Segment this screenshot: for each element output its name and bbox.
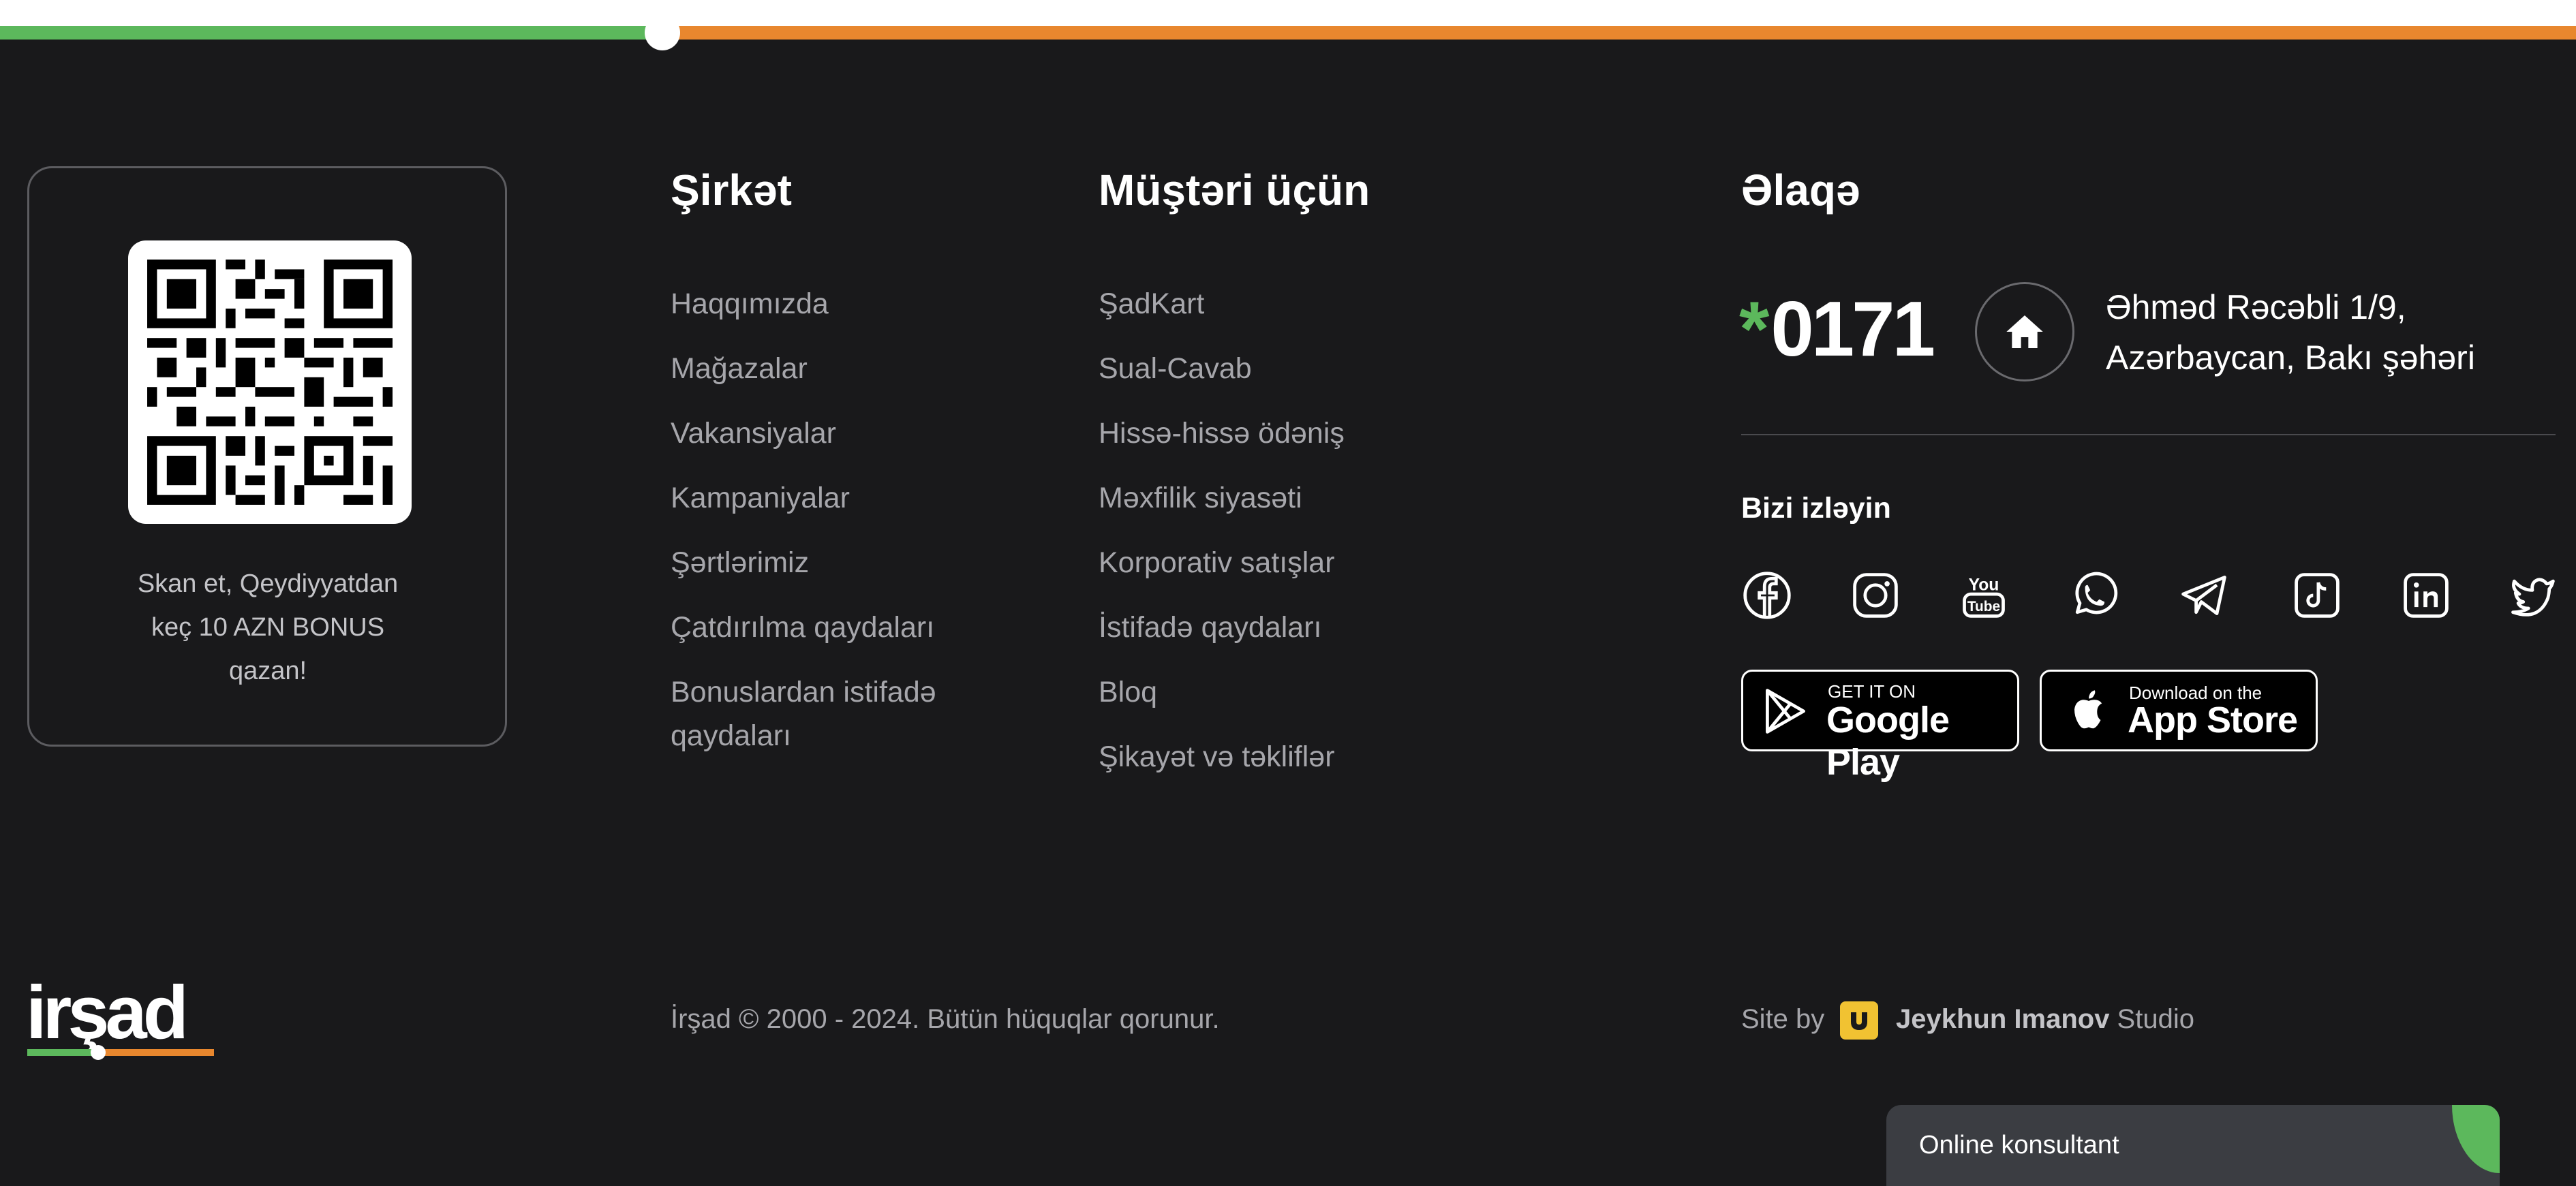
phone-number[interactable]: *0171 [1739, 285, 1935, 374]
link-blog[interactable]: Bloq [1099, 670, 1157, 714]
progress-handle[interactable] [645, 15, 680, 50]
link-bonus-rules[interactable]: Bonuslardan istifadə [671, 670, 936, 714]
facebook-icon[interactable] [1741, 569, 1793, 621]
logo-text: irşad [26, 978, 185, 1055]
link-faq[interactable]: Sual-Cavab [1099, 347, 1252, 390]
online-consultant-label: Online konsultant [1919, 1131, 2119, 1159]
progress-bar-orange [662, 26, 2576, 40]
phone-digits: 0171 [1770, 286, 1935, 373]
link-campaigns[interactable]: Kampaniyalar [671, 476, 850, 520]
progress-bar-green [0, 26, 662, 40]
link-vacancies[interactable]: Vakansiyalar [671, 411, 836, 455]
link-terms[interactable]: Şərtlərimiz [671, 541, 809, 584]
link-delivery-rules[interactable]: Çatdırılma qaydaları [671, 606, 934, 649]
link-corporate-sales[interactable]: Korporativ satışlar [1099, 541, 1335, 584]
leaf-icon [2452, 1105, 2500, 1173]
link-usage-rules[interactable]: İstifadə qaydaları [1099, 606, 1321, 649]
home-icon [1975, 282, 2074, 381]
app-store-button[interactable]: Download on the App Store [2040, 670, 2318, 751]
star-icon: * [1739, 286, 1769, 373]
link-about[interactable]: Haqqımızda [671, 282, 829, 326]
address: Əhməd Rəcəbli 1/9, Azərbaycan, Bakı şəhə… [2106, 282, 2475, 383]
link-stores[interactable]: Mağazalar [671, 347, 808, 390]
svg-text:Tube: Tube [1967, 599, 2000, 614]
apple-icon [2074, 690, 2102, 729]
link-installments[interactable]: Hissə-hissə ödəniş [1099, 411, 1345, 455]
contact-title: Əlaqə [1741, 166, 1860, 215]
qr-caption-line: keç 10 AZN BONUS [151, 613, 385, 642]
google-play-icon [1766, 689, 1805, 734]
svg-text:You: You [1969, 576, 1999, 594]
google-play-big: Google Play [1826, 700, 1950, 783]
qr-caption-line: qazan! [228, 657, 307, 685]
telegram-icon[interactable] [2178, 569, 2230, 621]
twitter-icon[interactable] [2506, 569, 2558, 621]
online-consultant-widget[interactable]: Online konsultant [1886, 1105, 2500, 1186]
whatsapp-icon[interactable] [2067, 569, 2119, 621]
company-title: Şirkət [671, 166, 792, 215]
studio-logo-icon[interactable] [1840, 1001, 1878, 1040]
top-white-strip [0, 0, 2576, 26]
link-privacy[interactable]: Məxfilik siyasəti [1099, 476, 1302, 520]
google-play-button[interactable]: GET IT ON Google Play [1741, 670, 2019, 783]
studio-suffix: Studio [2109, 1004, 2194, 1034]
studio-credit[interactable]: Jeykhun Imanov Studio [1896, 1004, 2194, 1035]
youtube-icon[interactable]: You Tube [1958, 569, 2010, 621]
link-complaints[interactable]: Şikayət və təkliflər [1099, 735, 1335, 779]
customers-title: Müştəri üçün [1099, 166, 1370, 215]
linkedin-icon[interactable] [2400, 569, 2452, 621]
site-by-label: Site by [1741, 1004, 1825, 1034]
studio-name: Jeykhun Imanov [1896, 1004, 2110, 1034]
instagram-icon[interactable] [1850, 569, 1901, 621]
link-bonus-rules-cont[interactable]: qaydaları [671, 714, 791, 758]
address-line: Azərbaycan, Bakı şəhəri [2106, 339, 2475, 377]
follow-title: Bizi izləyin [1741, 492, 1891, 525]
qr-code[interactable] [128, 240, 412, 524]
link-shadkart[interactable]: ŞadKart [1099, 282, 1204, 326]
tiktok-icon[interactable] [2291, 569, 2343, 621]
qr-code-image [147, 260, 393, 505]
contact-divider [1741, 434, 2556, 435]
address-line: Əhməd Rəcəbli 1/9, [2106, 288, 2406, 326]
irsad-logo[interactable]: irşad [26, 971, 217, 1060]
qr-caption: Skan et, Qeydiyyatdan keç 10 AZN BONUS q… [70, 562, 465, 693]
copyright-text: İrşad © 2000 - 2024. Bütün hüquqlar qoru… [671, 1004, 1220, 1034]
qr-caption-line: Skan et, Qeydiyyatdan [137, 569, 399, 598]
qr-card: Skan et, Qeydiyyatdan keç 10 AZN BONUS q… [27, 166, 507, 747]
app-store-big: App Store [2128, 700, 2298, 740]
